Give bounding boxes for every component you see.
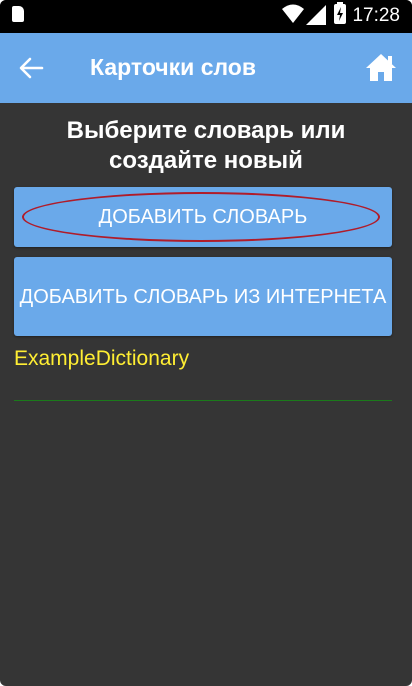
app-bar-title: Карточки слов [90,54,256,80]
wifi-icon [282,4,304,23]
page-heading: Выберите словарь или создайте новый [66,117,346,174]
sim-card-icon [12,6,24,22]
battery-charging-icon [334,4,346,24]
add-dictionary-button[interactable]: ДОБАВИТЬ СЛОВАРЬ [14,187,392,247]
home-icon[interactable] [365,51,397,83]
arrow-left-icon[interactable] [18,55,44,81]
phone-screen: 17:28 Карточки слов Выберите словарь или… [0,0,412,686]
dictionary-list-item[interactable]: ExampleDictionary [14,347,189,371]
add-dictionary-from-internet-button[interactable]: ДОБАВИТЬ СЛОВАРЬ ИЗ ИНТЕРНЕТА [14,257,392,336]
status-time: 17:28 [352,5,400,26]
cellular-signal-icon [306,5,326,25]
status-bar: 17:28 [0,0,412,33]
list-divider [14,400,392,401]
app-bar: Карточки слов [0,33,412,103]
